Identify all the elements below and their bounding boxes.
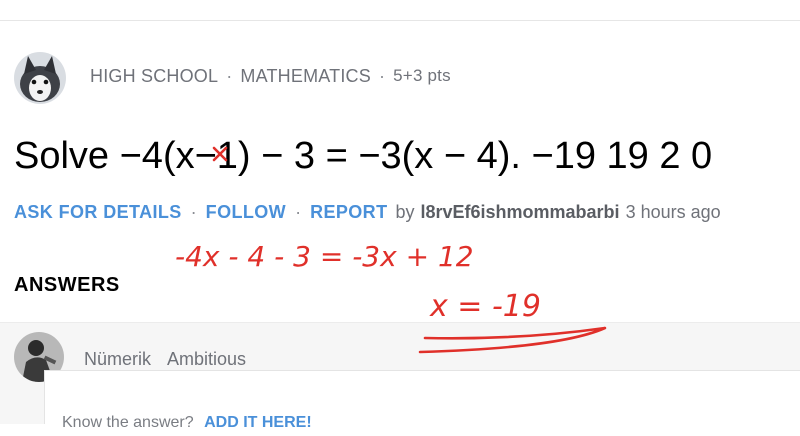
annotation-line-1: -4x - 4 - 3 = -3x + 12	[175, 240, 474, 273]
meta-separator: ·	[378, 65, 386, 86]
follow-link[interactable]: FOLLOW	[206, 202, 286, 223]
posted-time: 3 hours ago	[625, 201, 721, 222]
report-link[interactable]: REPORT	[310, 202, 387, 223]
question-actions: ASK FOR DETAILS · FOLLOW · REPORT by l8r…	[14, 200, 721, 224]
asker-username[interactable]: l8rvEf6ishmommabarbi	[420, 202, 619, 223]
husky-avatar-icon	[14, 52, 66, 104]
answer-prompt: Know the answer? ADD IT HERE!	[62, 414, 312, 436]
answerer-info: Nümerik Ambitious	[84, 347, 246, 371]
asker-avatar[interactable]	[14, 52, 66, 104]
action-separator: ·	[190, 201, 197, 222]
answerer-rank: Ambitious	[167, 348, 247, 369]
points-value: 5+3 pts	[393, 66, 451, 85]
top-divider	[0, 20, 800, 21]
grade-level[interactable]: HIGH SCHOOL	[90, 66, 218, 87]
ask-for-details-link[interactable]: ASK FOR DETAILS	[14, 202, 182, 223]
annotation-line-2: x = -19	[429, 289, 541, 324]
question-meta: HIGH SCHOOL · MATHEMATICS · 5+3 pts	[90, 64, 451, 88]
answerer-name[interactable]: Nümerik	[84, 349, 151, 370]
subject-link[interactable]: MATHEMATICS	[240, 66, 371, 87]
by-label: by	[395, 201, 415, 222]
answers-heading: ANSWERS	[14, 274, 120, 296]
action-separator: ·	[295, 201, 302, 222]
question-text: Solve −4(x−1) − 3 = −3(x − 4). −19 19 2 …	[14, 135, 713, 177]
meta-separator: ·	[226, 65, 233, 86]
